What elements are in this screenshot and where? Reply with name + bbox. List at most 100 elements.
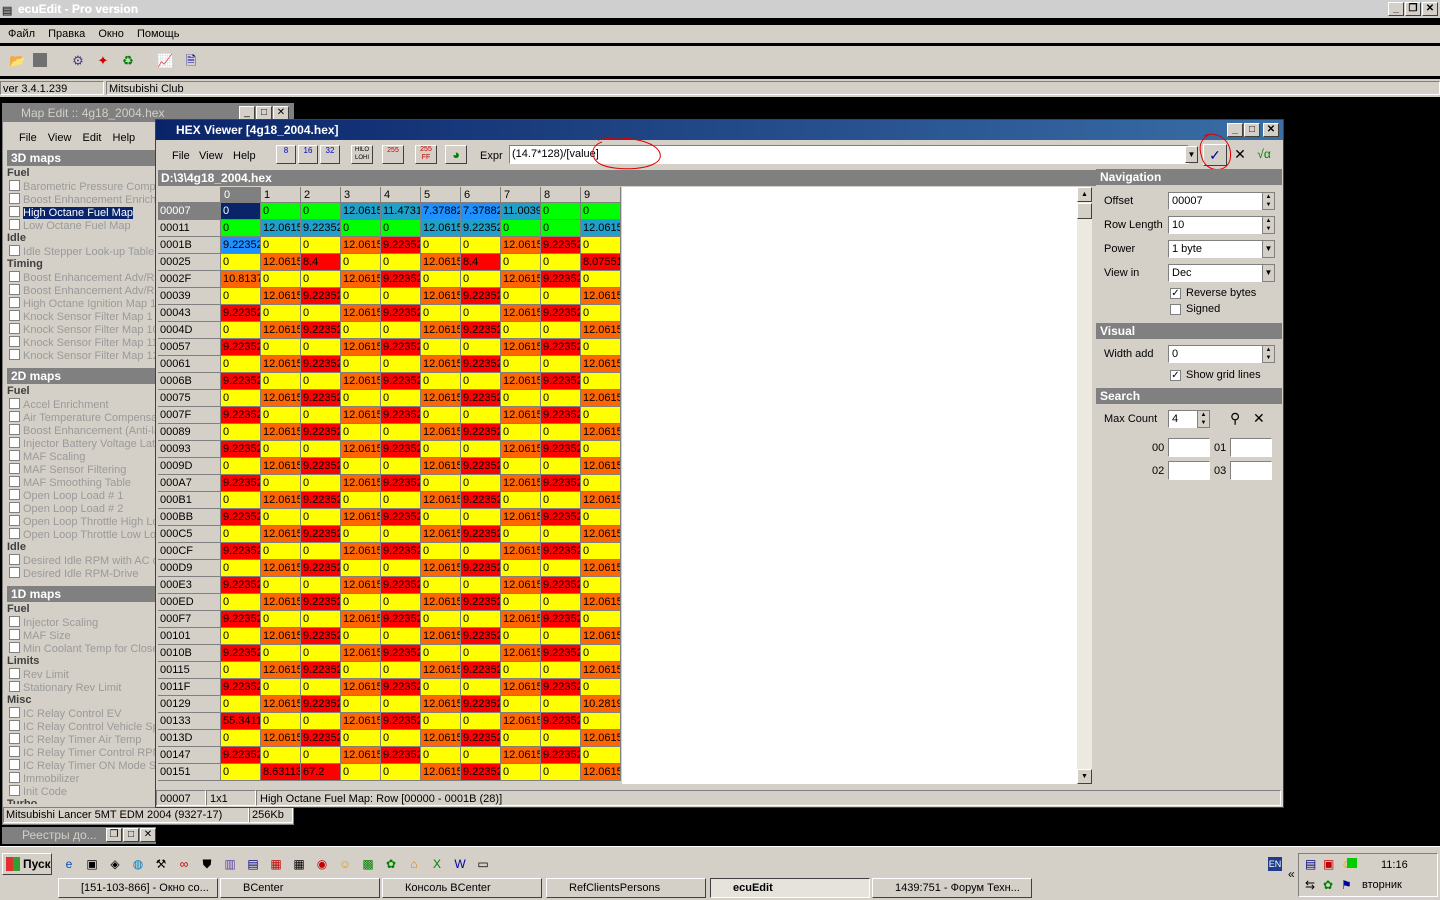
hex-cell[interactable]: 0 [381, 288, 421, 305]
hex-cell[interactable]: 0 [461, 339, 501, 356]
map-item[interactable]: Injector Scaling [9, 616, 157, 629]
hex-cell[interactable]: 9.22352 [221, 747, 261, 764]
hex-cell[interactable]: 12.0615 [421, 220, 461, 237]
hex-cell[interactable]: 0 [301, 645, 341, 662]
hex-cell[interactable]: 0 [581, 747, 621, 764]
hex-cell[interactable]: 12.0615 [421, 254, 461, 271]
hex-cell[interactable]: 12.0615 [501, 645, 541, 662]
menu-help[interactable]: Помощь [132, 25, 185, 43]
hex-cell[interactable]: 12.0615 [261, 254, 301, 271]
checkbox[interactable] [9, 746, 20, 757]
registry-window-minimized[interactable]: Реестры до... ❐ □ ✕ [2, 827, 156, 844]
hex-cell[interactable]: 0 [341, 594, 381, 611]
map-item[interactable]: Knock Sensor Filter Map 1 [9, 310, 157, 323]
map-item[interactable]: Open Loop Load # 1 [9, 489, 157, 502]
icq-quicklaunch-icon[interactable]: ✿ [384, 857, 398, 871]
checkbox[interactable] [9, 668, 20, 679]
checkbox[interactable] [9, 193, 20, 204]
hex-cell[interactable]: 0 [461, 747, 501, 764]
hex-cell[interactable]: 0 [221, 730, 261, 747]
hex-cell[interactable]: 12.0615 [341, 305, 381, 322]
hex-cell[interactable]: 12.0615 [341, 373, 381, 390]
hex-cell[interactable]: 9.22352 [541, 475, 581, 492]
hex-cell[interactable]: 67.2 [301, 764, 341, 781]
hex-cell[interactable]: 0 [501, 764, 541, 781]
hex-cell[interactable]: 0 [541, 203, 581, 220]
minimize-button[interactable]: _ [1388, 2, 1404, 16]
hex-cell[interactable]: 9.22352 [461, 696, 501, 713]
hex-cell[interactable]: 0 [261, 645, 301, 662]
scroll-thumb[interactable] [1077, 203, 1092, 219]
map-item-selected[interactable]: High Octane Fuel Map [9, 206, 157, 219]
hex-cell[interactable]: 12.0615 [341, 577, 381, 594]
hex-cell[interactable]: 0 [421, 441, 461, 458]
map-item[interactable]: Air Temperature Compensation [9, 411, 157, 424]
hex-cell[interactable]: 0 [461, 475, 501, 492]
hex-cell[interactable]: 0 [261, 747, 301, 764]
hex-cell[interactable]: 0 [581, 679, 621, 696]
hex-cell[interactable]: 0 [381, 594, 421, 611]
shield-quicklaunch-icon[interactable]: ⛊ [200, 857, 214, 871]
hex-cell[interactable]: 0 [341, 492, 381, 509]
checkbox[interactable] [9, 515, 20, 526]
hex-cell[interactable]: 0 [501, 628, 541, 645]
menu-edit[interactable]: Правка [43, 25, 90, 43]
map-item[interactable]: Open Loop Load # 2 [9, 502, 157, 515]
hex-cell[interactable]: 12.0615 [341, 475, 381, 492]
hex-cell[interactable]: 9.22352 [381, 441, 421, 458]
hex-cell[interactable]: 9.22352 [301, 458, 341, 475]
hex-cell[interactable]: 0 [501, 322, 541, 339]
hex-cell[interactable]: 12.0615 [501, 339, 541, 356]
hex-cell[interactable]: 8.4 [461, 254, 501, 271]
hex-cell[interactable]: 0 [581, 237, 621, 254]
checkbox[interactable] [9, 785, 20, 796]
hex-cell[interactable]: 12.0615 [421, 424, 461, 441]
hex-cell[interactable]: 0 [381, 764, 421, 781]
hex-cell[interactable]: 0 [461, 407, 501, 424]
hex-cell[interactable]: 8.63113 [261, 764, 301, 781]
map-item[interactable]: High Octane Ignition Map 1 [9, 297, 157, 310]
hex-cell[interactable]: 0 [221, 356, 261, 373]
hex-cell[interactable]: 12.0615 [581, 356, 621, 373]
hex-cell[interactable]: 0 [221, 594, 261, 611]
hex-cell[interactable]: 12.0615 [261, 356, 301, 373]
dec-255-icon[interactable]: 255 [382, 145, 404, 164]
hex-cell[interactable]: 12.0615 [581, 662, 621, 679]
hex-cell[interactable]: 9.22352 [301, 322, 341, 339]
hex-cell[interactable]: 0 [581, 577, 621, 594]
hex-cell[interactable]: 0 [381, 458, 421, 475]
desktop-quicklaunch-icon[interactable]: ▣ [85, 857, 99, 871]
hex-cell[interactable]: 0 [541, 526, 581, 543]
hex-cell[interactable]: 0 [421, 339, 461, 356]
hex-cell[interactable]: 0 [261, 509, 301, 526]
hex-cell[interactable]: 0 [501, 458, 541, 475]
hex-cell[interactable]: 9.22352 [381, 305, 421, 322]
checkbox[interactable] [9, 424, 20, 435]
hex-cell[interactable]: 0 [301, 747, 341, 764]
hex-cell[interactable]: 9.22352 [301, 424, 341, 441]
map-edit-minimize-button[interactable]: _ [239, 106, 255, 120]
hex-cell[interactable]: 8.4 [301, 254, 341, 271]
hex-cell[interactable]: 12.0615 [501, 373, 541, 390]
hex-cell[interactable]: 9.22352 [461, 458, 501, 475]
hex-cell[interactable]: 9.22352 [381, 611, 421, 628]
map-item[interactable]: Desired Idle RPM-Drive [9, 567, 157, 580]
hex-cell[interactable]: 12.0615 [581, 458, 621, 475]
ie-quicklaunch-icon[interactable]: e [62, 857, 76, 871]
hex-cell[interactable]: 12.0615 [341, 237, 381, 254]
map-edit-menu-file[interactable]: File [15, 129, 41, 147]
hex-cell[interactable]: 55.3411 [221, 713, 261, 730]
checkbox[interactable] [9, 180, 20, 191]
hex-cell[interactable]: 0 [381, 220, 421, 237]
hex-cell[interactable]: 0 [421, 543, 461, 560]
power-select[interactable]: 1 byte [1168, 240, 1263, 258]
map-item[interactable]: Immobilizer [9, 772, 157, 785]
map-item[interactable]: Knock Sensor Filter Map 11 [9, 336, 157, 349]
hex-cell[interactable]: 12.0615 [581, 764, 621, 781]
task-button-active[interactable]: ecuEdit [710, 878, 870, 898]
hex-cell[interactable]: 0 [261, 475, 301, 492]
map-item[interactable]: Injector Battery Voltage Latency [9, 437, 157, 450]
hex-cell[interactable]: 0 [421, 611, 461, 628]
hex-cell[interactable]: 9.22352 [221, 339, 261, 356]
hex-cell[interactable]: 9.22352 [541, 305, 581, 322]
